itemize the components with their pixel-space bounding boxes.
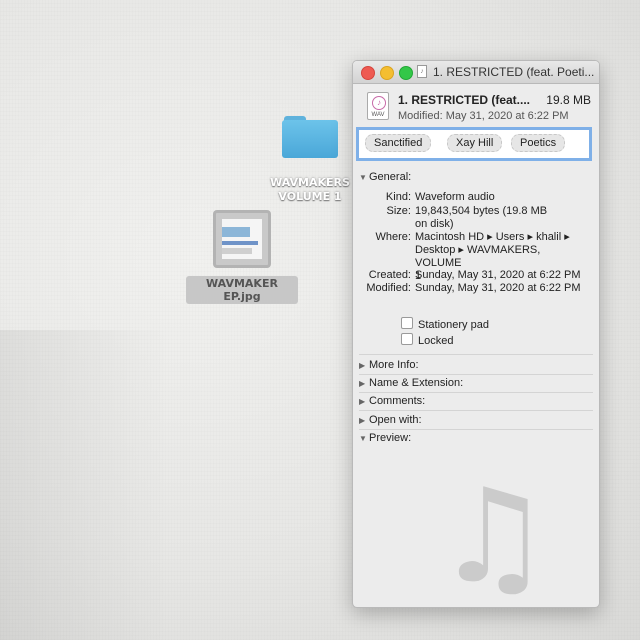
close-button[interactable]: [361, 66, 375, 80]
get-info-window: ♪ 1. RESTRICTED (feat. Poeti... ♪ WAV 1.…: [352, 60, 600, 608]
checkbox-icon: [401, 333, 413, 345]
desktop-folder[interactable]: WAVMAKERS VOLUME 1: [262, 110, 358, 204]
wav-file-icon: ♪ WAV: [367, 92, 389, 120]
disclosure-closed-icon: ▶: [359, 379, 366, 388]
divider: [359, 429, 593, 430]
divider: [359, 410, 593, 411]
file-modified: Modified: May 31, 2020 at 6:22 PM: [398, 110, 569, 122]
folder-label: WAVMAKERS VOLUME 1: [270, 176, 350, 203]
image-thumbnail-icon: [213, 210, 271, 268]
desktop-file[interactable]: WAVMAKER EP.jpg: [186, 210, 298, 305]
section-general[interactable]: ▼ General:: [359, 171, 411, 183]
section-comments[interactable]: ▶ Comments:: [359, 395, 425, 407]
where-row: Where: Macintosh HD ▸ Users ▸ khalil ▸ De…: [375, 231, 570, 282]
file-size: 19.8 MB: [546, 93, 591, 107]
disclosure-open-icon: ▼: [359, 434, 367, 443]
window-title: 1. RESTRICTED (feat. Poeti...: [433, 65, 595, 79]
section-open-with[interactable]: ▶ Open with:: [359, 414, 422, 426]
section-more-info[interactable]: ▶ More Info:: [359, 359, 419, 371]
checkbox-icon: [401, 317, 413, 329]
preview-area: ♫: [363, 451, 589, 601]
disclosure-closed-icon: ▶: [359, 397, 366, 406]
minimize-button[interactable]: [380, 66, 394, 80]
tag-token[interactable]: Xay Hill: [447, 134, 503, 152]
background-shadow: [0, 330, 170, 640]
disclosure-open-icon: ▼: [359, 173, 367, 182]
stationery-pad-checkbox[interactable]: Stationery pad: [401, 317, 489, 331]
file-label: WAVMAKER EP.jpg: [186, 276, 298, 304]
document-icon: ♪: [417, 65, 427, 78]
disclosure-closed-icon: ▶: [359, 361, 366, 370]
divider: [359, 354, 593, 355]
modified-row: Modified: Sunday, May 31, 2020 at 6:22 PM: [366, 282, 581, 294]
created-row: Created: Sunday, May 31, 2020 at 6:22 PM: [368, 269, 581, 281]
tag-token[interactable]: Sanctified: [365, 134, 432, 152]
divider: [359, 392, 593, 393]
tags-field[interactable]: Sanctified Xay Hill Poetics: [356, 127, 592, 161]
divider: [359, 374, 593, 375]
folder-icon: [282, 110, 338, 158]
file-header: ♪ WAV 1. RESTRICTED (feat.... 19.8 MB Mo…: [353, 84, 599, 124]
music-note-icon: ♫: [435, 460, 552, 608]
file-name: 1. RESTRICTED (feat....: [398, 93, 531, 107]
titlebar[interactable]: ♪ 1. RESTRICTED (feat. Poeti...: [353, 61, 599, 84]
disclosure-closed-icon: ▶: [359, 416, 366, 425]
zoom-button[interactable]: [399, 66, 413, 80]
tag-token[interactable]: Poetics: [511, 134, 566, 152]
size-row: Size: 19,843,504 bytes (19.8 MB on disk): [386, 205, 548, 230]
section-name-extension[interactable]: ▶ Name & Extension:: [359, 377, 463, 389]
kind-row: Kind: Waveform audio: [385, 191, 495, 203]
section-preview[interactable]: ▼ Preview:: [359, 432, 411, 444]
locked-checkbox[interactable]: Locked: [401, 333, 453, 347]
